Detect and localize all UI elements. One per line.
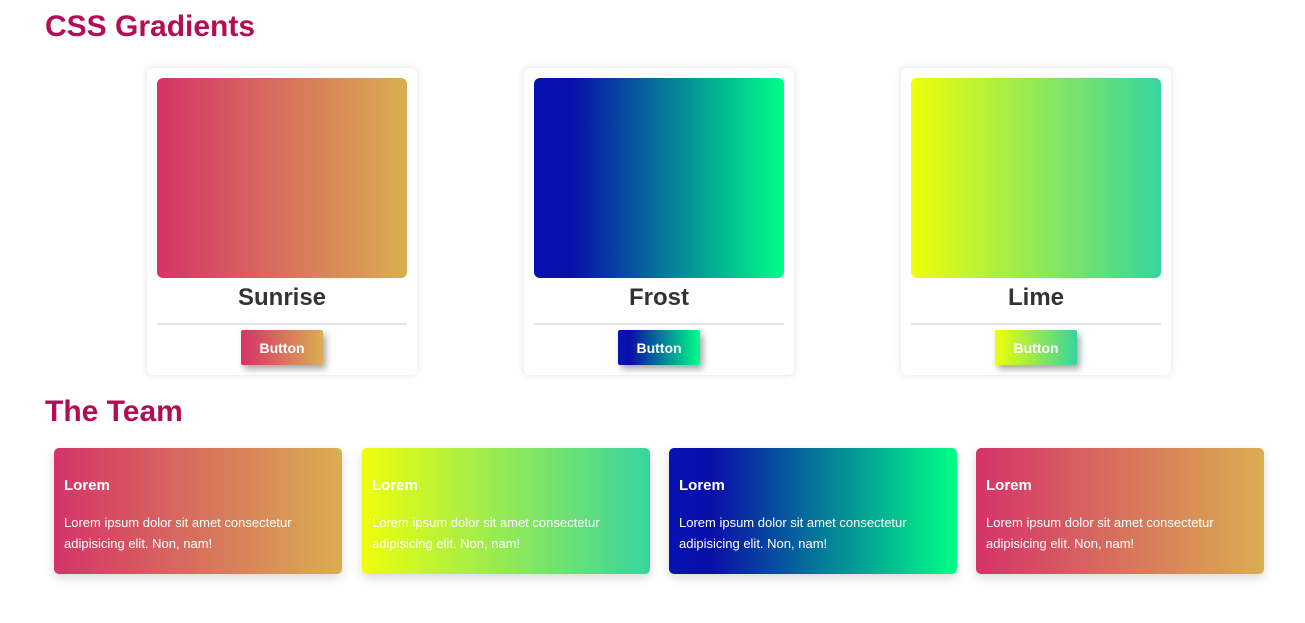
- team-card-name: Lorem: [679, 477, 725, 494]
- gradient-card-frost: Frost Button: [524, 68, 794, 375]
- section-title-css-gradients: CSS Gradients: [45, 10, 256, 43]
- team-card: Lorem Lorem ipsum dolor sit amet consect…: [669, 448, 957, 574]
- gradient-swatch: [157, 78, 407, 278]
- page: CSS Gradients Sunrise Button Frost Butto…: [0, 0, 1305, 623]
- gradient-swatch: [911, 78, 1161, 278]
- frost-button[interactable]: Button: [618, 330, 700, 365]
- divider: [534, 323, 784, 325]
- lime-button[interactable]: Button: [995, 330, 1077, 365]
- team-card: Lorem Lorem ipsum dolor sit amet consect…: [54, 448, 342, 574]
- divider: [157, 323, 407, 325]
- team-card-name: Lorem: [986, 477, 1032, 494]
- team-card-name: Lorem: [64, 477, 110, 494]
- gradient-card-lime: Lime Button: [901, 68, 1171, 375]
- divider: [911, 323, 1161, 325]
- team-card-text: Lorem ipsum dolor sit amet consectetur a…: [986, 515, 1214, 551]
- team-card-text: Lorem ipsum dolor sit amet consectetur a…: [372, 515, 600, 551]
- gradient-name: Frost: [629, 284, 689, 311]
- sunrise-button[interactable]: Button: [241, 330, 323, 365]
- gradient-name: Lime: [1007, 284, 1064, 311]
- gradient-name: Sunrise: [237, 284, 327, 311]
- team-card-text: Lorem ipsum dolor sit amet consectetur a…: [64, 515, 292, 551]
- gradient-card-sunrise: Sunrise Button: [147, 68, 417, 375]
- team-card-text: Lorem ipsum dolor sit amet consectetur a…: [679, 515, 907, 551]
- team-card: Lorem Lorem ipsum dolor sit amet consect…: [976, 448, 1264, 574]
- team-card: Lorem Lorem ipsum dolor sit amet consect…: [362, 448, 650, 574]
- team-card-name: Lorem: [372, 477, 418, 494]
- gradient-swatch: [534, 78, 784, 278]
- section-title-the-team: The Team: [45, 395, 183, 428]
